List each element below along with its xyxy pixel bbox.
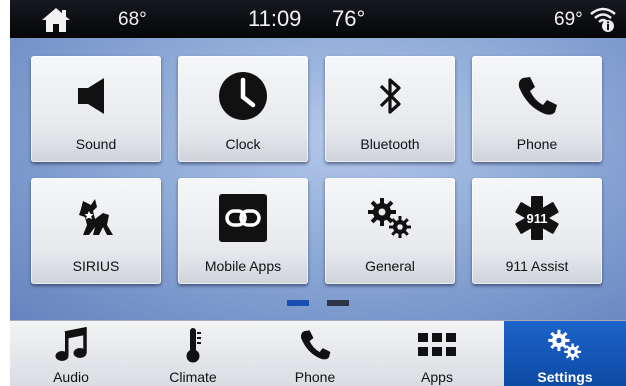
nav-label: Phone [294,369,336,385]
tile-bluetooth[interactable]: Bluetooth [325,56,455,162]
tile-label: SIRIUS [72,258,120,274]
apps-grid-icon [417,327,457,363]
passenger-temp: 69° [554,9,583,30]
911-badge-text: 911 [527,211,548,226]
tile-label: Bluetooth [360,136,420,152]
nav-audio[interactable]: Audio [10,321,132,386]
gears-icon [360,192,420,244]
tile-clock[interactable]: Clock [178,56,308,162]
nav-label: Audio [53,369,89,385]
nav-climate[interactable]: Climate [132,321,254,386]
tile-phone[interactable]: Phone [472,56,602,162]
music-note-icon [51,327,91,363]
tile-label: Mobile Apps [204,258,282,274]
outside-temp: 76° [332,6,366,31]
tile-911-assist[interactable]: 911 911 Assist [472,178,602,284]
page-dot[interactable] [327,300,349,306]
bottom-nav-bar: Audio Climate Phone Apps Settings [10,320,626,386]
speaker-icon [66,70,126,122]
phone-icon [507,70,567,122]
wifi-info-icon [590,7,616,32]
infotainment-screen: 68° 11:09 76° 69° Sound Clock Bluetooth … [10,0,626,386]
gears-icon [545,327,585,363]
tile-label: General [365,258,415,274]
home-icon[interactable] [40,6,72,34]
tile-label: 911 Assist [505,258,569,274]
sirius-dog-icon [66,192,126,244]
bluetooth-icon [360,70,420,122]
page-dot-active[interactable] [287,300,309,306]
nav-label: Settings [537,369,593,385]
tile-label: Clock [225,136,261,152]
nav-settings[interactable]: Settings [504,321,626,386]
nav-label: Climate [169,369,217,385]
tile-label: Sound [75,136,117,152]
clock-icon [213,70,273,122]
nav-label: Apps [421,369,453,385]
star-of-life-911-icon: 911 [507,192,567,244]
nav-apps[interactable]: Apps [376,321,498,386]
status-bar: 68° 11:09 76° 69° [10,0,626,38]
settings-grid: Sound Clock Bluetooth Phone SIRIUS Mobil… [10,38,626,320]
clock-time: 11:09 [248,6,302,31]
page-indicator [10,300,626,308]
tile-label: Phone [516,136,558,152]
tile-sirius[interactable]: SIRIUS [31,178,161,284]
link-icon [213,192,273,244]
driver-temp: 68° [118,9,147,30]
tile-general[interactable]: General [325,178,455,284]
thermometer-icon [173,327,213,363]
nav-phone[interactable]: Phone [254,321,376,386]
tile-mobile-apps[interactable]: Mobile Apps [178,178,308,284]
phone-icon [295,327,335,363]
tile-sound[interactable]: Sound [31,56,161,162]
